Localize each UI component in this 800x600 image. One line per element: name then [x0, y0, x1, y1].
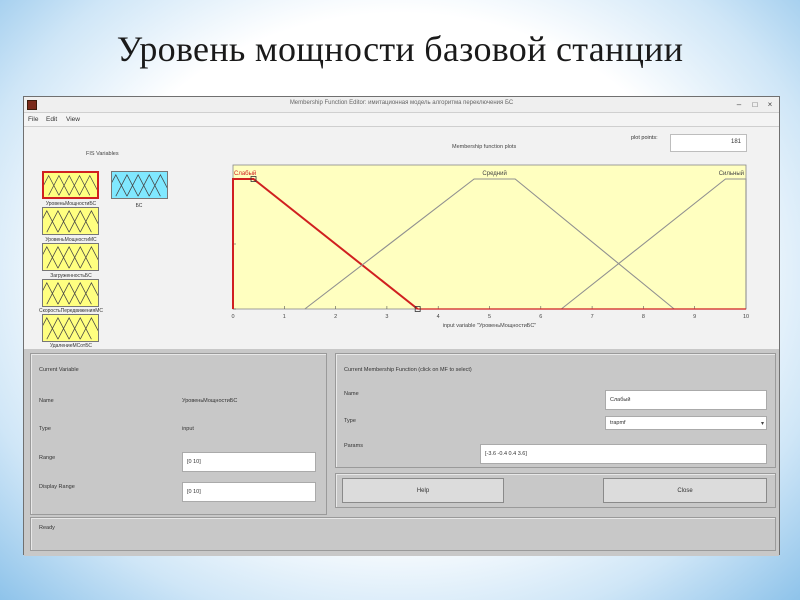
display-range-input[interactable]: [0 10]: [182, 482, 316, 502]
status-text: Ready: [39, 525, 55, 531]
help-button[interactable]: Help: [342, 478, 504, 503]
x-tick-label: 5: [488, 314, 491, 320]
params-input[interactable]: [-3.6 -0.4 0.4 3.6]: [480, 444, 767, 464]
fis-variables-label: FIS Variables: [86, 151, 119, 157]
x-tick-label: 7: [591, 314, 594, 320]
chevron-down-icon: ▾: [760, 421, 764, 427]
variable-name-value: УровеньМощностиБС: [182, 398, 238, 404]
output-variable-label: БС: [135, 203, 143, 209]
window-title: Membership Function Editor: имитационная…: [289, 100, 514, 106]
plot-title: Membership function plots: [452, 144, 517, 150]
x-tick-label: 1: [283, 314, 286, 320]
params-label: Params: [344, 443, 363, 449]
mf-shape-icon: [43, 245, 98, 269]
mf-type-label: Type: [344, 418, 356, 424]
input-variable-box[interactable]: [42, 279, 99, 307]
variable-type-value: input: [182, 426, 194, 432]
mf-type-value: trapmf: [610, 420, 626, 426]
mf-label-2: Средний: [482, 170, 506, 177]
menu-bar: File Edit View: [24, 113, 779, 127]
membership-function-plot[interactable]: 01234567891000.51input variable "Уровень…: [231, 155, 750, 345]
close-window-button[interactable]: ×: [764, 99, 776, 110]
input-variable-box[interactable]: [42, 207, 99, 235]
mf-type-select[interactable]: trapmf ▾: [605, 416, 767, 430]
x-tick-label: 6: [539, 314, 542, 320]
menu-edit[interactable]: Edit: [46, 116, 57, 123]
plot-points-label: plot points:: [631, 135, 658, 141]
menu-file[interactable]: File: [28, 116, 38, 123]
status-bar: Ready: [30, 517, 776, 551]
input-variable-box[interactable]: [42, 243, 99, 271]
menu-view[interactable]: View: [66, 116, 80, 123]
mf-shape-icon: [43, 281, 98, 305]
plot-points-input[interactable]: 181: [670, 134, 747, 152]
buttons-panel: Help Close: [335, 473, 776, 508]
display-range-label: Display Range: [39, 484, 75, 490]
title-bar: Membership Function Editor: имитационная…: [24, 97, 779, 113]
mf-shape-icon: [44, 174, 97, 196]
current-variable-panel: Current Variable Name УровеньМощностиБС …: [30, 353, 327, 515]
current-variable-title: Current Variable: [39, 367, 79, 373]
mf-shape-icon: [43, 316, 98, 340]
x-tick-label: 8: [642, 314, 645, 320]
range-input[interactable]: [0 10]: [182, 452, 316, 472]
slide-title: Уровень мощности базовой станции: [116, 29, 684, 69]
x-tick-label: 0: [231, 314, 234, 320]
input-variable-box[interactable]: [42, 314, 99, 342]
variable-type-label: Type: [39, 426, 51, 432]
mf-label-3: Сильный: [719, 170, 744, 177]
variable-name-label: Name: [39, 398, 54, 404]
x-axis-label: input variable "УровеньМощностиБС": [443, 323, 537, 329]
range-label: Range: [39, 455, 56, 461]
upper-area: FIS Variables УровеньМощностиБС УровеньМо…: [24, 127, 779, 349]
mf-editor-window: Membership Function Editor: имитационная…: [23, 96, 780, 556]
current-mf-title: Current Membership Function (click on MF…: [344, 367, 472, 373]
minimize-button[interactable]: –: [733, 99, 745, 110]
current-mf-panel: Current Membership Function (click on MF…: [335, 353, 776, 468]
maximize-button[interactable]: □: [749, 99, 761, 110]
mf-shape-icon: [43, 209, 98, 233]
mf-name-input[interactable]: Слабый: [605, 390, 767, 410]
mf-shape-icon: [112, 173, 167, 197]
lower-area: Current Variable Name УровеньМощностиБС …: [24, 349, 779, 556]
x-tick-label: 4: [437, 314, 440, 320]
mf-label-1: Слабый: [234, 170, 256, 177]
mf-name-label: Name: [344, 391, 359, 397]
x-tick-label: 9: [693, 314, 696, 320]
x-tick-label: 10: [743, 314, 749, 320]
input-variable-box[interactable]: [42, 171, 99, 199]
x-tick-label: 2: [334, 314, 337, 320]
plot-background: [232, 164, 747, 310]
x-tick-label: 3: [385, 314, 388, 320]
output-variable-box[interactable]: [111, 171, 168, 199]
close-button[interactable]: Close: [603, 478, 767, 503]
